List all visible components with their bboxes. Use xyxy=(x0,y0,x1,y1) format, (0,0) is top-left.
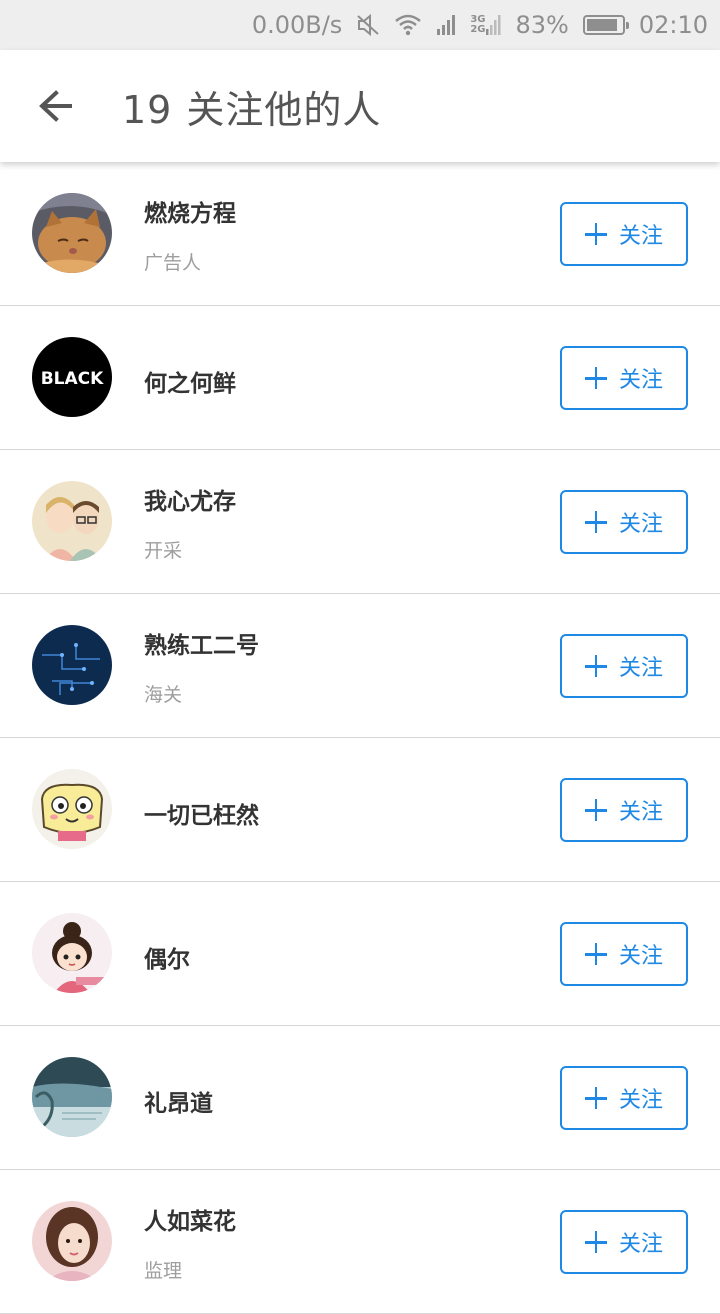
follow-button-label: 关注 xyxy=(618,512,663,537)
user-profession: 监理 xyxy=(144,1260,183,1282)
clock: 02:10 xyxy=(638,11,708,39)
list-item[interactable]: 燃烧方程 广告人 关注 xyxy=(0,162,720,306)
follow-button-label: 关注 xyxy=(618,800,663,825)
battery-percent: 83% xyxy=(515,11,569,39)
plus-icon xyxy=(584,511,607,533)
list-item[interactable]: 熟练工二号 海关 关注 xyxy=(0,594,720,738)
user-profession: 海关 xyxy=(144,684,183,706)
network-type-bottom: 2G xyxy=(470,24,486,35)
circuit-avatar[interactable] xyxy=(32,625,112,705)
cartoon-face-avatar[interactable] xyxy=(32,769,112,849)
plus-icon xyxy=(584,1231,607,1253)
battery-icon xyxy=(582,15,629,35)
follow-button[interactable]: 关注 xyxy=(560,778,688,842)
follow-button[interactable]: 关注 xyxy=(560,1066,688,1130)
plus-icon xyxy=(584,799,607,821)
user-profession: 广告人 xyxy=(144,252,202,274)
follow-button[interactable]: 关注 xyxy=(560,922,688,986)
cartoon-girl-avatar[interactable] xyxy=(32,913,112,993)
plus-icon xyxy=(584,367,607,389)
plus-icon xyxy=(584,943,607,965)
follow-button[interactable]: 关注 xyxy=(560,634,688,698)
user-profession: 开采 xyxy=(144,540,183,562)
user-name: 燃烧方程 xyxy=(144,201,236,227)
follow-button[interactable]: 关注 xyxy=(560,346,688,410)
user-name: 我心尤存 xyxy=(144,489,236,515)
page-title: 19 关注他的人 xyxy=(122,79,381,134)
follower-count: 19 xyxy=(122,87,173,132)
follow-button[interactable]: 关注 xyxy=(560,490,688,554)
network-type-icon: 3G 2G xyxy=(470,14,501,36)
follower-list: 燃烧方程 广告人 关注 BLACK 何之何鲜 关注 我心尤存 开采 关注 熟练工… xyxy=(0,162,720,1314)
arrow-left-icon xyxy=(39,90,72,122)
user-name: 何之何鲜 xyxy=(144,371,236,397)
list-item[interactable]: 偶尔 关注 xyxy=(0,882,720,1026)
follow-button-label: 关注 xyxy=(618,944,663,969)
list-item[interactable]: 人如菜花 监理 关注 xyxy=(0,1170,720,1314)
follow-button-label: 关注 xyxy=(618,368,663,393)
black-text-avatar[interactable]: BLACK xyxy=(32,337,112,417)
follow-button-label: 关注 xyxy=(618,1232,663,1257)
signal-icon xyxy=(436,14,456,36)
photo-girl-avatar[interactable] xyxy=(32,1201,112,1281)
status-bar: 0.00B/s 3G 2G 83% 02:10 xyxy=(0,0,720,50)
follow-button-label: 关注 xyxy=(618,656,663,681)
cat-avatar[interactable] xyxy=(32,193,112,273)
user-name: 熟练工二号 xyxy=(144,633,259,659)
user-name: 人如菜花 xyxy=(144,1209,236,1235)
follow-button-label: 关注 xyxy=(618,1088,663,1113)
follow-button[interactable]: 关注 xyxy=(560,1210,688,1274)
back-button[interactable] xyxy=(28,78,84,134)
avatar-logo-text: BLACK xyxy=(41,369,104,389)
list-item[interactable]: 礼昂道 关注 xyxy=(0,1026,720,1170)
list-item[interactable]: 一切已枉然 关注 xyxy=(0,738,720,882)
app-bar: 19 关注他的人 xyxy=(0,50,720,162)
plus-icon xyxy=(584,1087,607,1109)
plus-icon xyxy=(584,223,607,245)
plus-icon xyxy=(584,655,607,677)
mute-icon xyxy=(356,14,380,36)
follow-button-label: 关注 xyxy=(618,224,663,249)
wifi-icon xyxy=(394,14,422,36)
cartoon-couple-avatar[interactable] xyxy=(32,481,112,561)
list-item[interactable]: 我心尤存 开采 关注 xyxy=(0,450,720,594)
user-name: 偶尔 xyxy=(144,947,190,973)
list-item[interactable]: BLACK 何之何鲜 关注 xyxy=(0,306,720,450)
network-speed: 0.00B/s xyxy=(251,11,343,39)
landscape-avatar[interactable] xyxy=(32,1057,112,1137)
user-name: 一切已枉然 xyxy=(144,803,259,829)
follow-button[interactable]: 关注 xyxy=(560,202,688,266)
page-title-text: 关注他的人 xyxy=(186,87,382,132)
user-name: 礼昂道 xyxy=(144,1091,213,1117)
